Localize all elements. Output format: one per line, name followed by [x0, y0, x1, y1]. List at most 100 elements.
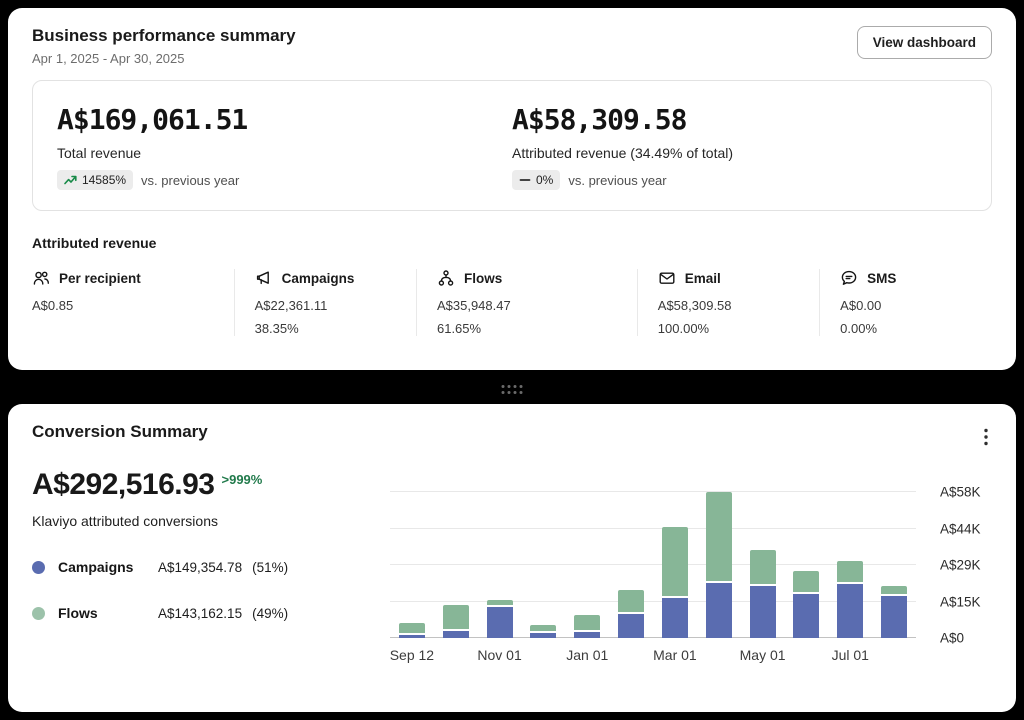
attributed-revenue-metric: A$58,309.58 Attributed revenue (34.49% o… [512, 103, 967, 190]
flows-segment [399, 623, 425, 635]
flat-dash-icon [519, 175, 531, 185]
total-revenue-vs-text: vs. previous year [141, 173, 239, 188]
stacked-bar-2[interactable] [478, 492, 522, 638]
conversion-summary-title: Conversion Summary [32, 422, 208, 442]
flows-segment [662, 527, 688, 597]
trend-up-icon [64, 175, 77, 185]
flows-segment [793, 571, 819, 594]
x-axis-label: Nov 01 [477, 647, 521, 663]
megaphone-icon [255, 269, 273, 287]
stacked-bar-8[interactable] [741, 492, 785, 638]
conversions-subtitle: Klaviyo attributed conversions [32, 513, 390, 529]
conversions-total-value: A$292,516.93 [32, 468, 215, 502]
stacked-bar-1[interactable] [434, 492, 478, 638]
campaigns-segment [618, 614, 644, 638]
x-axis-label: Sep 12 [390, 647, 434, 663]
campaigns-segment [443, 631, 469, 638]
flow-branch-icon [437, 269, 455, 287]
envelope-icon [658, 269, 676, 287]
campaigns-segment [662, 598, 688, 638]
y-axis-label: A$15K [940, 594, 981, 609]
chart-y-labels: A$0A$15KA$29KA$44KA$58K [940, 492, 992, 638]
stat-percent: 0.00% [840, 321, 978, 336]
stat-percent: 38.35% [255, 321, 402, 336]
y-axis-label: A$29K [940, 558, 981, 573]
conversions-change: >999% [222, 472, 263, 487]
total-revenue-change-badge: 14585% [57, 170, 133, 190]
stat-percent: 61.65% [437, 321, 623, 336]
stat-percent: 100.00% [658, 321, 805, 336]
x-axis-label: Jul 01 [832, 647, 869, 663]
y-axis-label: A$44K [940, 521, 981, 536]
attributed-revenue-stats: Per recipient A$0.85 Campaigns A$22,361.… [32, 269, 992, 336]
stat-per-recipient: Per recipient A$0.85 [32, 269, 234, 336]
stacked-bar-11[interactable] [872, 492, 916, 638]
flows-segment [618, 590, 644, 614]
legend-percent: (49%) [252, 606, 288, 621]
campaigns-segment [487, 607, 513, 638]
total-revenue-label: Total revenue [57, 145, 512, 161]
stat-label: Campaigns [282, 271, 355, 286]
attributed-revenue-change-value: 0% [536, 173, 553, 187]
attributed-revenue-value: A$58,309.58 [512, 103, 967, 136]
stat-email: Email A$58,309.58 100.00% [637, 269, 819, 336]
drag-handle[interactable] [502, 385, 523, 394]
chat-bubble-icon [840, 269, 858, 287]
campaigns-segment [881, 596, 907, 638]
attributed-revenue-label: Attributed revenue (34.49% of total) [512, 145, 967, 161]
chart-bars [390, 492, 916, 638]
stacked-bar-0[interactable] [390, 492, 434, 638]
stat-label: Flows [464, 271, 502, 286]
business-performance-title: Business performance summary [32, 26, 296, 46]
stacked-bar-7[interactable] [697, 492, 741, 638]
chart-plot [390, 484, 916, 638]
x-axis-label: Mar 01 [653, 647, 697, 663]
legend-percent: (51%) [252, 560, 288, 575]
stacked-bar-6[interactable] [653, 492, 697, 638]
metrics-box: A$169,061.51 Total revenue 14585% vs. pr… [32, 80, 992, 211]
stacked-bar-10[interactable] [828, 492, 872, 638]
flows-segment [706, 492, 732, 583]
legend-value: A$143,162.15 [158, 606, 242, 621]
attributed-revenue-change-badge: 0% [512, 170, 560, 190]
x-axis-label: May 01 [740, 647, 786, 663]
legend-label: Campaigns [58, 559, 158, 575]
kebab-menu-icon[interactable] [980, 424, 992, 450]
campaigns-segment [793, 594, 819, 638]
flows-segment [443, 605, 469, 631]
view-dashboard-button[interactable]: View dashboard [857, 26, 992, 59]
legend-value: A$149,354.78 [158, 560, 242, 575]
attributed-revenue-vs-text: vs. previous year [568, 173, 666, 188]
legend-item-flows: Flows A$143,162.15 (49%) [32, 605, 390, 621]
attributed-revenue-heading: Attributed revenue [32, 235, 992, 251]
stacked-bar-3[interactable] [521, 492, 565, 638]
flows-segment [881, 586, 907, 596]
stacked-bar-9[interactable] [784, 492, 828, 638]
flows-segment [837, 561, 863, 584]
stat-label: SMS [867, 271, 896, 286]
stat-campaigns: Campaigns A$22,361.11 38.35% [234, 269, 416, 336]
campaigns-segment [750, 586, 776, 638]
stat-label: Email [685, 271, 721, 286]
stat-value: A$0.85 [32, 298, 220, 313]
chart-x-labels: Sep 12Nov 01Jan 01Mar 01May 01Jul 01 [390, 638, 916, 666]
chart-legend: Campaigns A$149,354.78 (51%) Flows A$143… [32, 559, 390, 621]
flows-segment [574, 615, 600, 631]
stacked-bar-5[interactable] [609, 492, 653, 638]
total-revenue-change-value: 14585% [82, 173, 126, 187]
stat-value: A$0.00 [840, 298, 978, 313]
total-revenue-value: A$169,061.51 [57, 103, 512, 136]
conversion-summary-card: Conversion Summary A$292,516.93 >999% Kl… [8, 404, 1016, 712]
y-axis-label: A$0 [940, 631, 964, 646]
business-performance-card: Business performance summary Apr 1, 2025… [8, 8, 1016, 370]
stat-value: A$58,309.58 [658, 298, 805, 313]
stat-sms: SMS A$0.00 0.00% [819, 269, 992, 336]
stat-label: Per recipient [59, 271, 141, 286]
date-range: Apr 1, 2025 - Apr 30, 2025 [32, 51, 296, 66]
conversions-chart: Sep 12Nov 01Jan 01Mar 01May 01Jul 01 A$0… [390, 468, 992, 666]
campaigns-segment [837, 584, 863, 638]
y-axis-label: A$58K [940, 485, 981, 500]
stacked-bar-4[interactable] [565, 492, 609, 638]
people-icon [32, 269, 50, 287]
legend-label: Flows [58, 605, 158, 621]
